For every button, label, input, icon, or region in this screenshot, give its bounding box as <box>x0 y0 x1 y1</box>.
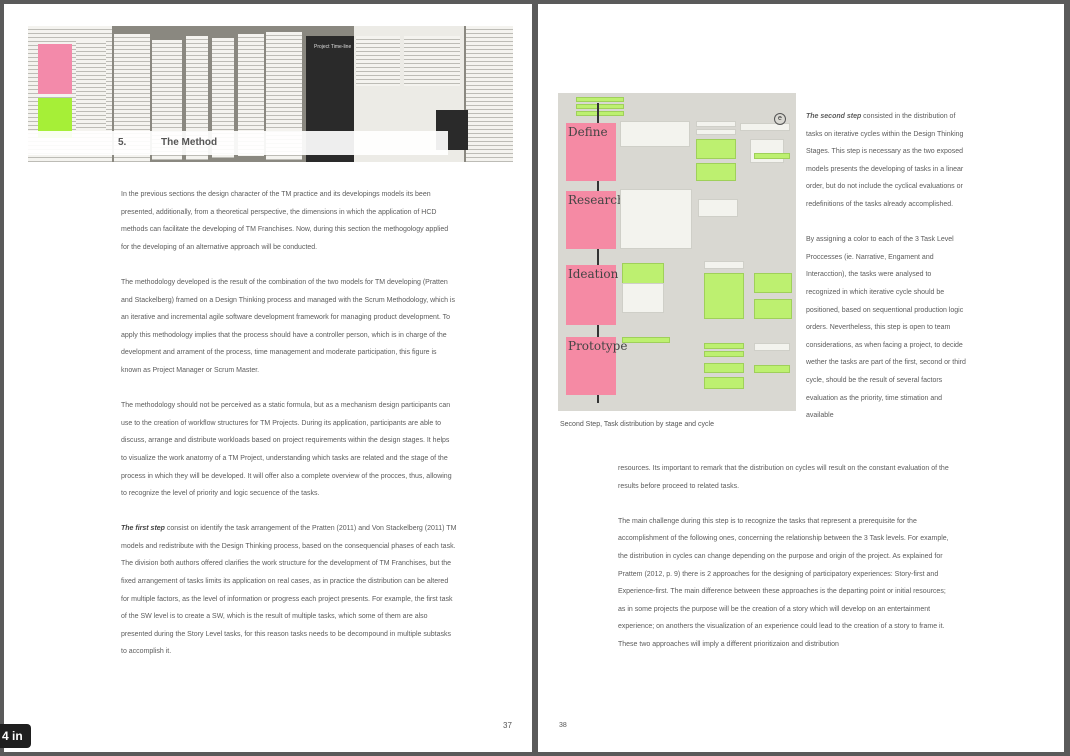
paragraph-first-step: The first step consist on identify the t… <box>121 520 457 661</box>
stage-label-define: Define <box>568 125 608 139</box>
paragraph-second-step: The second step consisted in the distrib… <box>806 108 966 214</box>
second-step-lead: The second step <box>806 113 862 120</box>
paragraph: resources. Its important to remark that … <box>618 465 949 490</box>
photo-caption: Second Step, Task distribution by stage … <box>560 421 714 428</box>
page-number: 38 <box>559 722 567 729</box>
stage-label-ideation: Ideation <box>568 267 619 281</box>
paragraph: By assigning a color to each of the 3 Ta… <box>806 236 966 420</box>
badge-icon: e <box>774 113 786 125</box>
right-side-text: The second step consisted in the distrib… <box>806 108 966 442</box>
right-body-text: resources. Its important to remark that … <box>618 460 954 671</box>
first-step-text: consist on identify the task arrangement… <box>121 525 457 656</box>
paragraph: The methodology developed is the result … <box>121 278 455 374</box>
stage-label-prototype: Prototype <box>568 339 628 353</box>
paragraph: In the previous sections the design char… <box>121 191 449 251</box>
page-38: Define Research Ideation Prototype e Sec… <box>538 4 1064 752</box>
banner-label: Project Time-line <box>314 44 352 50</box>
section-title: The Method <box>161 137 218 148</box>
stage-label-research: Research <box>568 193 625 207</box>
header-photo-collage: Project Time-line 5. The Method <box>28 26 513 162</box>
page-number: 37 <box>503 721 512 730</box>
section-number: 5. <box>118 137 127 148</box>
page-37: Project Time-line 5. The Method In the p… <box>4 4 532 752</box>
left-body-text: In the previous sections the design char… <box>121 186 457 679</box>
paragraph: The main challenge during this step is t… <box>618 517 949 648</box>
paragraph: The methodology should not be perceived … <box>121 402 452 498</box>
second-step-text: consisted in the distribution of tasks o… <box>806 113 964 208</box>
zoom-badge[interactable]: 4 in <box>0 724 31 748</box>
section-heading-band <box>28 131 448 155</box>
first-step-lead: The first step <box>121 525 165 533</box>
task-board-photo: Define Research Ideation Prototype e <box>558 93 796 411</box>
